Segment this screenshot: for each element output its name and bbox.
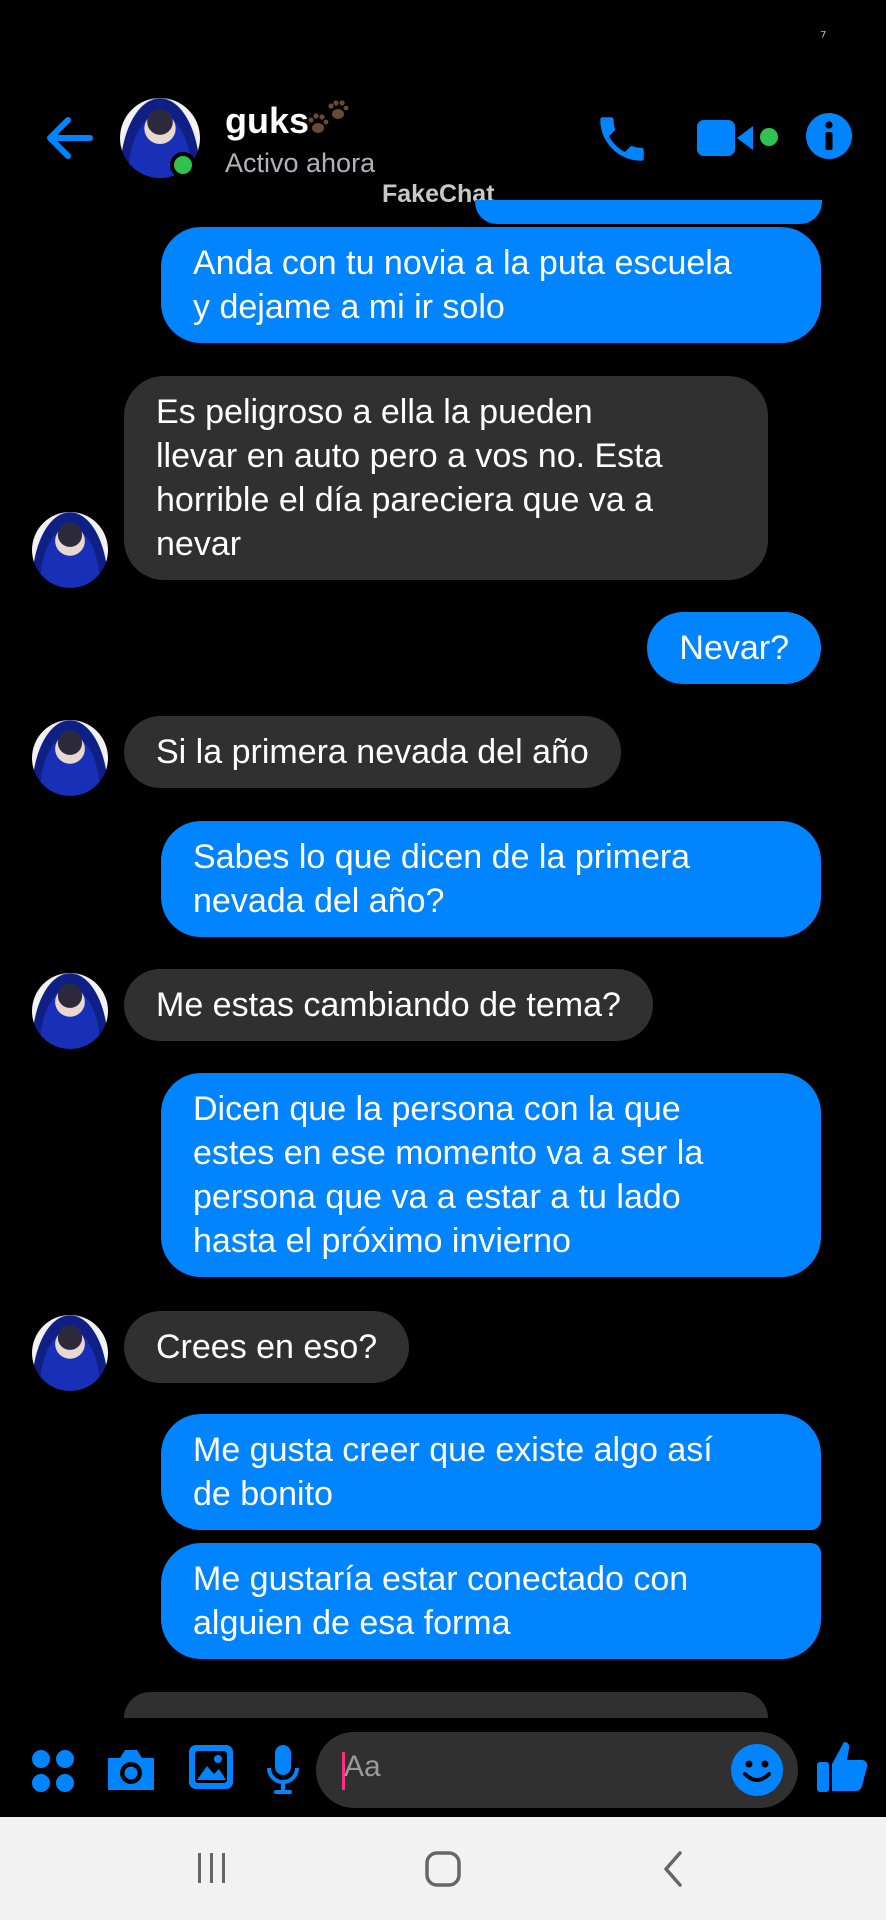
emoji-icon[interactable] [730,1743,784,1797]
message-line: Es peligroso a ella la pueden [156,393,593,431]
message-line: Nevar? [679,629,789,667]
contact-name[interactable]: guks [225,100,309,142]
microphone-icon[interactable] [266,1744,300,1796]
video-camera-icon[interactable] [697,116,757,160]
message-bubble-outgoing[interactable]: Me gustaría estar conectado con alguien … [161,1543,821,1659]
message-line: nevada del año? [193,882,445,920]
info-icon[interactable] [805,112,853,160]
message-line: persona que va a estar a tu lado [193,1178,681,1216]
message-bubble-outgoing[interactable]: Nevar? [647,612,821,684]
phone-icon[interactable] [593,110,651,168]
camera-icon[interactable] [104,1744,158,1794]
paw-prints-icon [308,100,349,133]
message-line: Me gustaría estar conectado con [193,1560,689,1598]
message-bubble-partial [124,1692,768,1718]
message-line: Me gusta creer que existe algo así [193,1431,713,1469]
message-bubble-partial [475,200,822,224]
message-input-placeholder: Aa [344,1750,381,1783]
contact-message-avatar[interactable] [32,1315,108,1391]
system-navigation-bar [0,1817,886,1920]
contact-status: Activo ahora [225,148,376,178]
message-bubble-incoming[interactable]: Es peligroso a ella la pueden llevar en … [124,376,768,580]
message-line: de bonito [193,1475,333,1513]
message-bubble-outgoing[interactable]: Anda con tu novia a la puta escuela y de… [161,227,821,343]
message-bubble-incoming[interactable]: Me estas cambiando de tema? [124,969,653,1041]
message-line: y dejame a mi ir solo [193,288,505,326]
contact-message-avatar[interactable] [32,973,108,1049]
message-line: Si la primera nevada del año [156,733,589,771]
message-line: horrible el día pareciera que va a [156,481,654,519]
message-bubble-outgoing[interactable]: Sabes lo que dicen de la primera nevada … [161,821,821,937]
gallery-icon[interactable] [188,1744,234,1790]
message-bubble-outgoing[interactable]: Dicen que la persona con la que estes en… [161,1073,821,1277]
message-line: Crees en eso? [156,1328,378,1366]
recent-apps-icon[interactable] [194,1850,230,1886]
message-line: llevar en auto pero a vos no. Esta [156,437,663,475]
message-line: nevar [156,525,242,563]
back-icon[interactable] [658,1849,688,1889]
message-line: hasta el próximo invierno [193,1222,571,1260]
status-bar-indicator: ⁷ [820,28,827,47]
message-line: Sabes lo que dicen de la primera [193,838,691,876]
apps-icon[interactable] [30,1748,76,1794]
message-line: estes en ese momento va a ser la [193,1134,704,1172]
message-bubble-incoming[interactable]: Si la primera nevada del año [124,716,621,788]
contact-message-avatar[interactable] [32,720,108,796]
message-line: alguien de esa forma [193,1604,511,1642]
home-icon[interactable] [424,1850,462,1888]
message-bubble-outgoing[interactable]: Me gusta creer que existe algo así de bo… [161,1414,821,1530]
video-active-dot [760,128,778,146]
message-line: Dicen que la persona con la que [193,1090,681,1128]
message-line: Anda con tu novia a la puta escuela [193,244,732,282]
thumbs-up-icon[interactable] [816,1738,868,1794]
back-arrow-icon[interactable] [40,108,100,168]
message-input[interactable] [316,1732,798,1808]
message-bubble-incoming[interactable]: Crees en eso? [124,1311,410,1383]
message-line: Me estas cambiando de tema? [156,986,621,1024]
online-status-dot [170,152,196,178]
contact-message-avatar[interactable] [32,512,108,588]
